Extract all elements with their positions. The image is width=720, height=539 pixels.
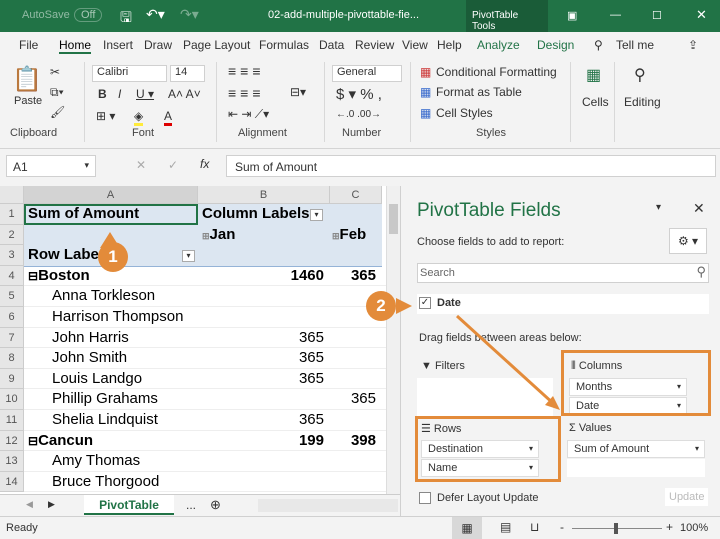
- normal-view-icon[interactable]: ▦: [452, 517, 482, 539]
- status-bar: Ready ▦ ▤ ⊔ - + 100%: [0, 516, 720, 539]
- zoom-slider[interactable]: [572, 523, 662, 534]
- callout-2-pointer: [396, 298, 412, 314]
- zoom-out-button[interactable]: -: [560, 520, 564, 534]
- zoom-level[interactable]: 100%: [680, 522, 708, 534]
- arrow-line: [455, 314, 557, 407]
- page-break-view-icon[interactable]: ⊔: [530, 520, 539, 534]
- callout-badge-2: 2: [366, 291, 396, 321]
- callout-badge-1: 1: [98, 242, 128, 272]
- status-ready: Ready: [6, 522, 38, 534]
- zoom-in-button[interactable]: +: [666, 520, 673, 534]
- page-layout-view-icon[interactable]: ▤: [500, 520, 511, 534]
